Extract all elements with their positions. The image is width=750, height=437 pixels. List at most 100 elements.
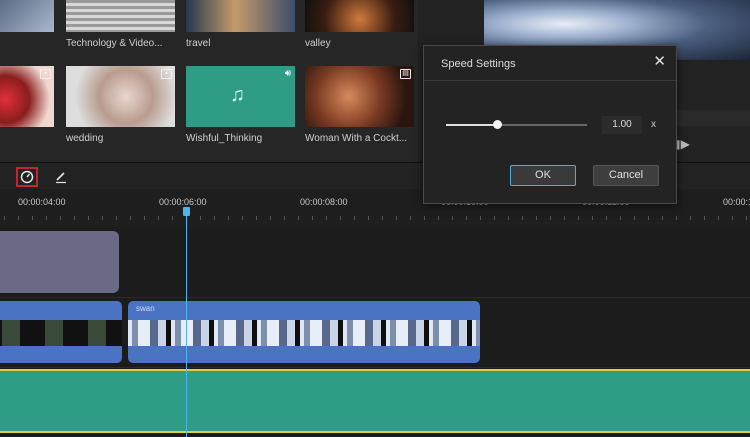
ruler-tick [746,216,747,220]
ruler-tick [606,216,607,220]
ruler-tick [354,216,355,220]
ruler-tick [74,216,75,220]
speed-value-input[interactable]: 1.00 [602,116,642,134]
ruler-tick [18,216,19,220]
ruler-label: 00:00:08:00 [300,197,348,207]
ruler-tick [144,216,145,220]
pencil-icon [56,172,66,184]
playhead-handle[interactable] [183,207,190,216]
video-editor-window: Technology & Video... travel valley ▪ ▪ … [0,0,750,437]
edit-button[interactable] [50,167,72,187]
speed-button[interactable] [16,167,38,187]
video-icon: ▤ [400,69,411,79]
dialog-title: Speed Settings [441,58,516,70]
ruler-tick [676,216,677,220]
media-label-technology: Technology & Video... [66,38,163,49]
ruler-tick [46,216,47,220]
ruler-label: 00:00:14:00 [723,197,750,207]
clip-label: swan [136,304,155,313]
ruler-tick [256,216,257,220]
ruler-tick [662,216,663,220]
ruler-tick [312,216,313,220]
ruler-tick [396,216,397,220]
audio-track-clip[interactable] [0,369,750,433]
ruler-tick [368,216,369,220]
ruler-tick [564,216,565,220]
ruler-tick [634,216,635,220]
ruler-tick [480,216,481,220]
media-label-wishful-thinking: Wishful_Thinking [186,133,263,144]
ruler-tick [60,216,61,220]
ruler-tick [452,216,453,220]
ruler-tick [116,216,117,220]
video-clip-left[interactable] [0,301,122,363]
ruler-tick [102,216,103,220]
speed-slider-fill [446,124,498,126]
ruler-tick [298,216,299,220]
media-thumb-1[interactable] [0,0,54,32]
ruler-tick [88,216,89,220]
ruler-tick [536,216,537,220]
ruler-tick [592,216,593,220]
ruler-tick [270,216,271,220]
audio-icon: 🔊︎ [284,68,291,79]
ruler-tick [242,216,243,220]
playhead-line [186,208,187,437]
ruler-tick [718,216,719,220]
music-note-icon: ♫ [230,84,245,106]
speed-slider-thumb[interactable] [493,120,502,129]
media-label-travel: travel [186,38,211,49]
speed-settings-dialog: Speed Settings ✕ 1.00 x OK Cancel [423,45,677,204]
media-library-panel: Technology & Video... travel valley ▪ ▪ … [0,0,418,162]
image-icon: ▪ [161,69,172,79]
ruler-tick [130,216,131,220]
overlay-clip[interactable] [0,231,119,293]
ruler-tick [578,216,579,220]
ruler-tick [494,216,495,220]
ruler-tick [172,216,173,220]
speed-slider[interactable] [446,124,587,126]
ruler-tick [382,216,383,220]
ruler-tick [228,216,229,220]
video-clip-swan[interactable]: swan [128,301,480,363]
ruler-tick [690,216,691,220]
ruler-tick [438,216,439,220]
close-icon[interactable]: ✕ [653,54,666,69]
media-thumb-valley[interactable] [305,0,414,32]
image-icon: ▪ [40,69,51,79]
media-label-woman-cocktail: Woman With a Cockt... [305,133,408,144]
media-thumb-wishful-thinking[interactable]: ♫ 🔊︎ [186,66,295,127]
ruler-tick [200,216,201,220]
ruler-tick [4,216,5,220]
media-thumb-woman-cocktail[interactable]: ▤ [305,66,414,127]
ruler-tick [410,216,411,220]
ruler-tick [214,216,215,220]
ruler-tick [340,216,341,220]
media-thumb-2[interactable]: ▪ [0,66,54,127]
ruler-tick [704,216,705,220]
ruler-tick [32,216,33,220]
timeline-tracks: swan [0,227,750,437]
ruler-tick [522,216,523,220]
media-thumb-wedding[interactable]: ▪ [66,66,175,127]
speed-unit-label: x [651,119,656,130]
ruler-tick [648,216,649,220]
ruler-tick [508,216,509,220]
clip-filmstrip [128,320,480,346]
ruler-tick [732,216,733,220]
track-divider [0,297,750,298]
ok-button[interactable]: OK [510,165,576,186]
ruler-tick [158,216,159,220]
media-label-valley: valley [305,38,331,49]
media-thumb-travel[interactable] [186,0,295,32]
media-label-wedding: wedding [66,133,104,144]
ruler-tick [620,216,621,220]
media-thumb-technology[interactable] [66,0,175,32]
speedometer-icon [20,170,34,184]
ruler-label: 00:00:06:00 [159,197,207,207]
cancel-button[interactable]: Cancel [593,165,659,186]
ruler-tick [424,216,425,220]
ruler-tick [550,216,551,220]
ruler-tick [326,216,327,220]
dialog-divider [424,80,676,81]
